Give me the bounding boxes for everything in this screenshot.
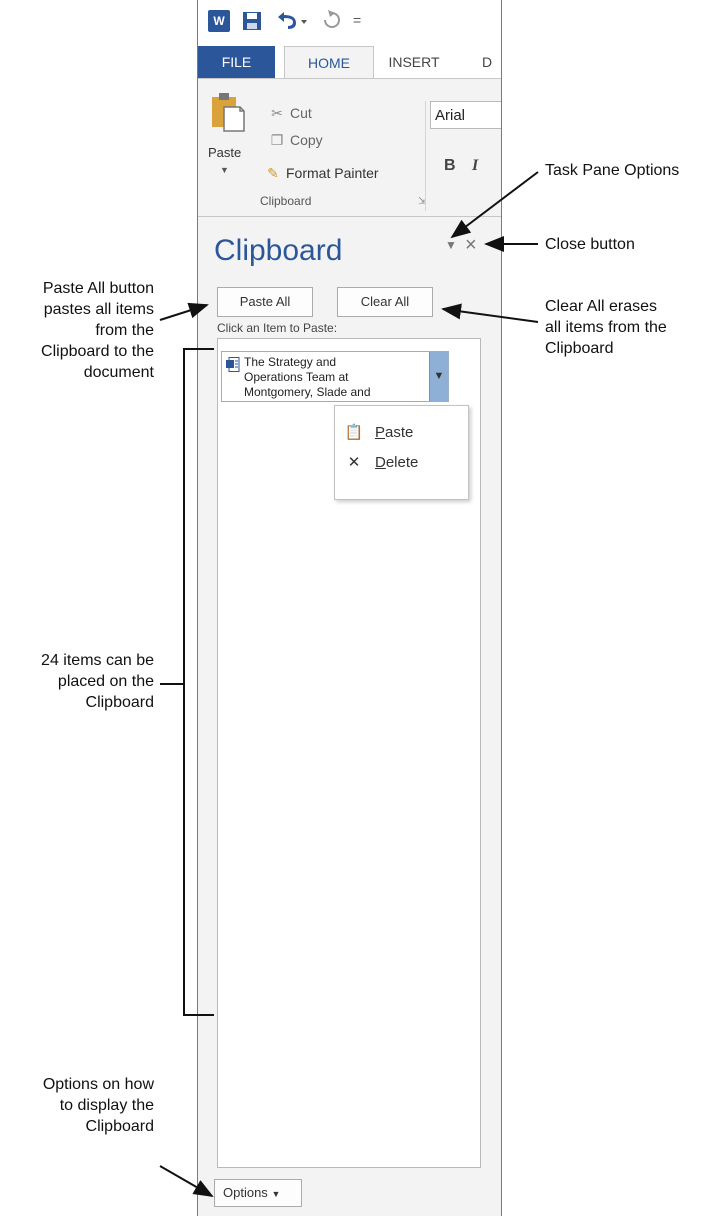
tab-insert[interactable]: INSERT xyxy=(376,46,452,78)
close-icon[interactable]: × xyxy=(465,234,477,257)
cut-label: Cut xyxy=(290,105,312,121)
copy-icon: ❐ xyxy=(270,132,284,148)
callout-options: Options on how to display the Clipboard xyxy=(42,1076,154,1135)
tab-design[interactable]: D xyxy=(482,46,501,78)
save-icon[interactable] xyxy=(242,11,262,31)
clear-all-button[interactable]: Clear All xyxy=(337,287,433,317)
task-pane-options-icon[interactable]: ▼ xyxy=(445,238,457,252)
paste-button-label[interactable]: Paste xyxy=(208,145,241,160)
ribbon-tabs: FILE HOME INSERT D xyxy=(198,46,501,80)
pane-title: Clipboard xyxy=(214,234,343,267)
bold-button[interactable]: B xyxy=(444,157,456,175)
options-label: Options xyxy=(223,1185,268,1200)
tab-file[interactable]: FILE xyxy=(198,46,275,78)
copy-button[interactable]: ❐ Copy xyxy=(268,130,323,150)
word-document-icon xyxy=(226,357,240,372)
paste-dropdown-icon[interactable]: ▼ xyxy=(220,165,229,175)
customize-qat-icon[interactable]: = xyxy=(353,12,365,30)
options-button[interactable]: Options ▼ xyxy=(214,1179,302,1207)
italic-button[interactable]: I xyxy=(472,157,478,175)
copy-label: Copy xyxy=(290,132,323,148)
undo-icon[interactable] xyxy=(274,9,308,31)
callout-task-pane-options: Task Pane Options xyxy=(545,162,680,179)
paste-all-button[interactable]: Paste All xyxy=(217,287,313,317)
item-context-menu: 📋 Paste ✕ Delete xyxy=(334,405,469,500)
delete-accel-key: D xyxy=(375,454,386,471)
callout-24-items: 24 items can be placed on the Clipboard xyxy=(41,652,154,711)
redo-icon[interactable] xyxy=(321,9,343,31)
callout-clear-all: Clear All erases all items from the Clip… xyxy=(545,298,667,357)
callout-close-button: Close button xyxy=(545,236,635,253)
click-item-hint: Click an Item to Paste: xyxy=(217,321,338,335)
ribbon-home: Paste ▼ ✂ Cut ❐ Copy ✎ Format Painter Clipb… xyxy=(198,78,501,217)
font-name-combobox[interactable]: Arial xyxy=(430,101,501,129)
delete-menu-label: elete xyxy=(385,454,419,471)
paintbrush-icon: ✎ xyxy=(267,165,279,181)
item-dropdown-icon[interactable]: ▼ xyxy=(429,352,448,401)
quick-access-toolbar: W = xyxy=(198,0,501,46)
delete-x-icon: ✕ xyxy=(347,454,361,471)
paste-icon[interactable] xyxy=(210,91,246,133)
word-app-icon[interactable]: W xyxy=(208,10,230,32)
paste-small-icon: 📋 xyxy=(344,424,364,441)
word-window: W = FILE HOME INSERT D Paste ▼ ✂ Cut ❐ C… xyxy=(197,0,502,1216)
group-divider xyxy=(425,101,426,211)
scissors-icon: ✂ xyxy=(271,105,283,121)
context-delete-item[interactable]: ✕ Delete xyxy=(343,450,419,476)
tab-home[interactable]: HOME xyxy=(284,46,374,80)
format-painter-button[interactable]: ✎ Format Painter xyxy=(264,163,379,183)
callout-paste-all: Paste All button pastes all items from t… xyxy=(41,280,154,381)
paste-accel-key: P xyxy=(375,424,386,441)
clipboard-item-text: The Strategy and Operations Team at Mont… xyxy=(244,355,371,399)
paste-menu-label: aste xyxy=(385,424,414,441)
chevron-down-icon: ▼ xyxy=(271,1189,281,1199)
clipboard-items-list: The Strategy and Operations Team at Mont… xyxy=(217,338,481,1168)
context-paste-item[interactable]: 📋 Paste xyxy=(343,420,414,446)
clipboard-group-label: Clipboard xyxy=(260,194,312,208)
cut-button[interactable]: ✂ Cut xyxy=(268,103,312,123)
format-painter-label: Format Painter xyxy=(286,165,379,181)
clipboard-item[interactable]: The Strategy and Operations Team at Mont… xyxy=(221,351,449,402)
